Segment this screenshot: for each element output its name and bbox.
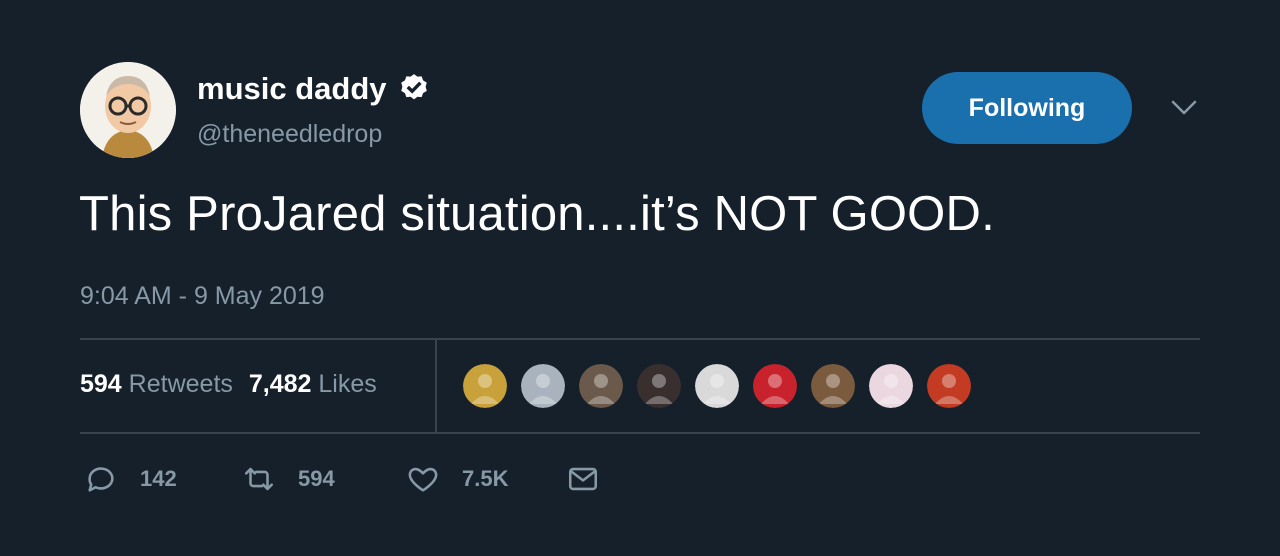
verified-badge-icon xyxy=(397,72,431,106)
reply-button[interactable]: 142 xyxy=(84,462,242,496)
tweet-header: music daddy @theneedledrop Following xyxy=(80,62,1200,158)
tweet-timestamp[interactable]: 9:04 AM - 9 May 2019 xyxy=(80,282,325,311)
liker-3-avatar[interactable] xyxy=(577,362,625,410)
like-count: 7.5K xyxy=(462,466,509,491)
direct-message-button[interactable] xyxy=(566,462,600,496)
following-button[interactable]: Following xyxy=(922,72,1132,144)
reply-icon xyxy=(88,467,114,492)
retweet-count: 594 xyxy=(298,466,335,491)
display-name[interactable]: music daddy xyxy=(197,71,387,107)
divider-bottom xyxy=(80,432,1200,434)
heart-icon xyxy=(408,467,438,492)
liker-1-avatar[interactable] xyxy=(461,362,509,410)
stats-vertical-divider xyxy=(435,340,437,433)
liker-4-avatar[interactable] xyxy=(635,362,683,410)
retweet-button[interactable]: 594 xyxy=(242,462,406,496)
envelope-icon xyxy=(568,467,598,491)
likes-label: Likes xyxy=(318,370,377,398)
chevron-down-icon[interactable] xyxy=(1170,99,1198,117)
display-name-row[interactable]: music daddy xyxy=(197,70,431,108)
liker-7-avatar[interactable] xyxy=(809,362,857,410)
liker-avatars xyxy=(461,362,983,410)
tweet-text: This ProJared situation....it’s NOT GOOD… xyxy=(79,187,995,241)
retweets-stat[interactable]: 594 Retweets xyxy=(80,370,233,398)
liker-8-avatar[interactable] xyxy=(867,362,915,410)
user-names: music daddy @theneedledrop xyxy=(197,70,431,149)
engagement-stats: 594 Retweets 7,482 Likes xyxy=(80,370,377,399)
user-handle[interactable]: @theneedledrop xyxy=(197,120,431,149)
liker-6-avatar[interactable] xyxy=(751,362,799,410)
retweets-count: 594 xyxy=(80,370,122,398)
likes-stat[interactable]: 7,482 Likes xyxy=(249,370,377,398)
liker-5-avatar[interactable] xyxy=(693,362,741,410)
retweets-label: Retweets xyxy=(128,370,233,398)
retweet-icon xyxy=(244,467,274,491)
user-avatar[interactable] xyxy=(80,62,176,158)
divider-top xyxy=(80,338,1200,340)
like-button[interactable]: 7.5K xyxy=(406,462,566,496)
reply-count: 142 xyxy=(140,466,177,491)
liker-2-avatar[interactable] xyxy=(519,362,567,410)
likes-count: 7,482 xyxy=(248,370,312,398)
liker-9-avatar[interactable] xyxy=(925,362,973,410)
tweet-actions: 142 594 7.5K xyxy=(84,462,600,496)
